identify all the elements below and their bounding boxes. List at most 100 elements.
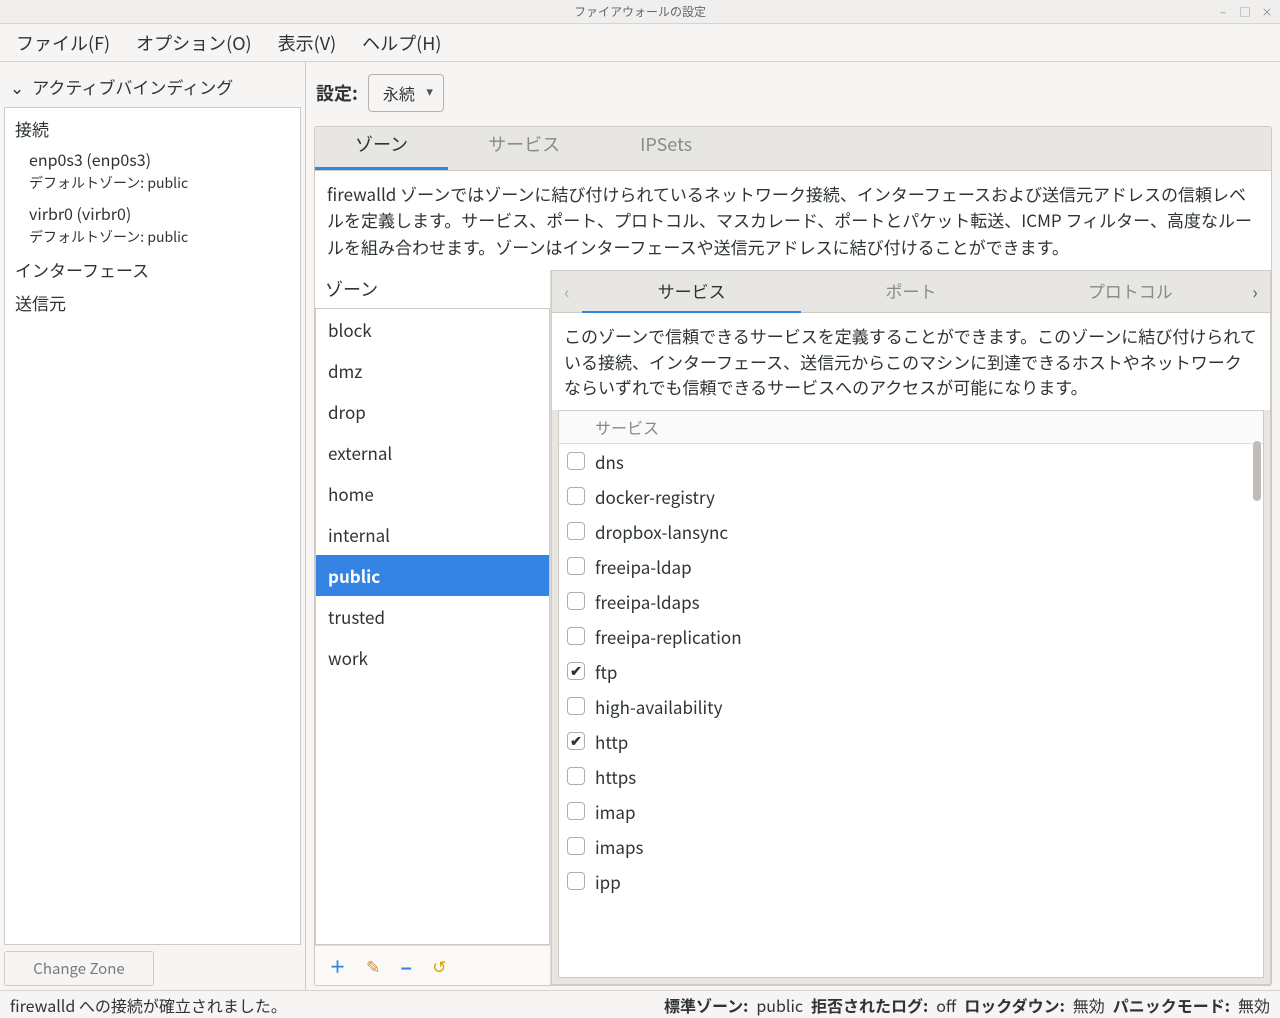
service-name: docker-registry [595,484,715,509]
menu-view[interactable]: 表示(V) [268,24,347,62]
service-name: freeipa-replication [595,624,742,649]
service-checkbox[interactable] [567,452,585,470]
connection-default-zone: デフォルトゾーン: public [5,173,300,199]
zone-row-home[interactable]: home [316,473,549,514]
service-row[interactable]: imap [559,794,1263,829]
service-row[interactable]: dns [559,444,1263,479]
tree-header-sources: 送信元 [5,286,300,319]
tree-header-interfaces: インターフェース [5,253,300,286]
service-checkbox[interactable] [567,872,585,890]
service-row[interactable]: high-availability [559,689,1263,724]
edit-zone-icon[interactable]: ✎ [366,953,380,978]
service-checkbox[interactable] [567,592,585,610]
scroll-tabs-left-icon[interactable]: ‹ [552,279,582,305]
window-titlebar: ファイアウォールの設定 – □ × [0,0,1280,24]
service-row[interactable]: freeipa-replication [559,619,1263,654]
menubar: ファイル(F) オプション(O) 表示(V) ヘルプ(H) [0,24,1280,62]
status-default-zone-label: 標準ゾーン: [664,993,748,1017]
inner-tab-services[interactable]: サービス [582,270,801,314]
load-defaults-icon[interactable]: ↺ [432,953,446,978]
add-zone-icon[interactable]: ＋ [329,953,346,978]
zone-row-drop[interactable]: drop [316,391,549,432]
service-name: dropbox-lansync [595,519,728,544]
service-checkbox[interactable] [567,557,585,575]
change-zone-button[interactable]: Change Zone [4,951,154,986]
service-name: freeipa-ldap [595,554,692,579]
main-tabstrip: ゾーン サービス IPSets [315,127,1271,171]
zone-list-title: ゾーン [315,270,550,308]
main-notebook: ゾーン サービス IPSets firewalld ゾーンではゾーンに結び付けら… [314,126,1272,986]
service-row[interactable]: https [559,759,1263,794]
connection-item[interactable]: enp0s3 (enp0s3) [5,145,300,173]
tab-services[interactable]: サービス [448,126,600,170]
connection-default-zone: デフォルトゾーン: public [5,227,300,253]
service-row[interactable]: http [559,724,1263,759]
status-panic: 無効 [1238,993,1270,1017]
configuration-dropdown[interactable]: 永続 [368,74,444,112]
service-description: このゾーンで信頼できるサービスを定義することができます。このゾーンに結び付けられ… [552,313,1270,410]
left-pane: ⌄ アクティブバインディング 接続 enp0s3 (enp0s3)デフォルトゾー… [0,62,306,990]
configuration-value: 永続 [383,81,415,105]
zone-description: firewalld ゾーンではゾーンに結び付けられているネットワーク接続、インタ… [315,171,1271,270]
service-row[interactable]: dropbox-lansync [559,514,1263,549]
zone-row-trusted[interactable]: trusted [316,596,549,637]
menu-file[interactable]: ファイル(F) [6,24,120,62]
zone-row-external[interactable]: external [316,432,549,473]
service-name: high-availability [595,694,722,719]
status-lockdown-label: ロックダウン: [964,993,1065,1017]
menu-help[interactable]: ヘルプ(H) [352,24,451,62]
service-row[interactable]: ipp [559,864,1263,899]
status-panic-label: パニックモード: [1113,993,1230,1017]
service-name: dns [595,449,624,474]
active-bindings-expander[interactable]: ⌄ アクティブバインディング [4,66,301,107]
zone-toolbar: ＋ ✎ – ↺ [315,945,550,985]
connection-item[interactable]: virbr0 (virbr0) [5,199,300,227]
statusbar: firewalld への接続が確立されました。 標準ゾーン: public 拒否… [0,990,1280,1018]
zone-row-internal[interactable]: internal [316,514,549,555]
service-row[interactable]: freeipa-ldap [559,549,1263,584]
status-denied-log: off [936,993,956,1017]
service-name: ipp [595,869,621,894]
service-checkbox[interactable] [567,697,585,715]
service-checkbox[interactable] [567,627,585,645]
zone-listbox[interactable]: blockdmzdropexternalhomeinternalpublictr… [315,308,550,945]
remove-zone-icon[interactable]: – [400,950,412,982]
zone-row-public[interactable]: public [316,555,549,596]
service-checkbox[interactable] [567,522,585,540]
connections-tree[interactable]: 接続 enp0s3 (enp0s3)デフォルトゾーン: publicvirbr0… [4,107,301,945]
window-close-icon[interactable]: × [1260,4,1274,20]
tree-header-connections: 接続 [5,112,300,145]
tab-zones[interactable]: ゾーン [315,126,448,170]
status-denied-log-label: 拒否されたログ: [811,993,928,1017]
service-row[interactable]: ftp [559,654,1263,689]
service-checkbox[interactable] [567,732,585,750]
service-row[interactable]: imaps [559,829,1263,864]
scrollbar-thumb[interactable] [1253,441,1261,501]
zone-row-dmz[interactable]: dmz [316,350,549,391]
service-rows-scroll[interactable]: dns docker-registry dropbox-lansync freeipa… [559,444,1263,977]
service-row[interactable]: freeipa-ldaps [559,584,1263,619]
service-checkbox[interactable] [567,767,585,785]
service-name: imaps [595,834,643,859]
service-name: https [595,764,636,789]
menu-options[interactable]: オプション(O) [126,24,262,62]
scroll-tabs-right-icon[interactable]: › [1240,279,1270,305]
service-checkbox[interactable] [567,487,585,505]
zone-row-work[interactable]: work [316,637,549,678]
window-title: ファイアウォールの設定 [574,3,706,20]
service-checkbox[interactable] [567,662,585,680]
service-name: imap [595,799,636,824]
service-checkbox[interactable] [567,837,585,855]
tab-ipsets[interactable]: IPSets [600,126,732,170]
inner-tab-ports[interactable]: ポート [801,270,1020,314]
service-table: サービス dns docker-registry dropbox-lansync fr… [558,410,1264,978]
window-maximize-icon[interactable]: □ [1238,4,1252,20]
service-column-header[interactable]: サービス [589,411,1263,443]
status-lockdown: 無効 [1073,993,1105,1017]
status-default-zone: public [756,993,803,1017]
window-minimize-icon[interactable]: – [1216,4,1230,20]
service-checkbox[interactable] [567,802,585,820]
service-row[interactable]: docker-registry [559,479,1263,514]
inner-tab-protocols[interactable]: プロトコル [1021,270,1240,314]
zone-row-block[interactable]: block [316,309,549,350]
